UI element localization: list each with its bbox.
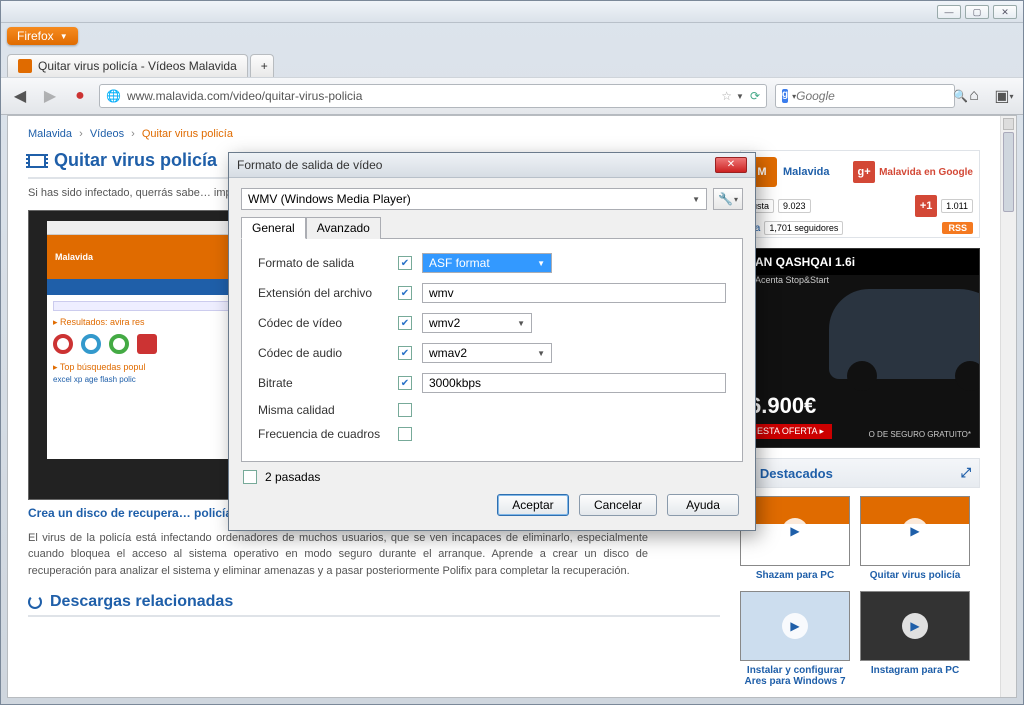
- checkbox-two-pass[interactable]: [243, 470, 257, 484]
- window-close[interactable]: ✕: [993, 5, 1017, 19]
- chevron-down-icon: ▼: [60, 32, 68, 41]
- ad-subtitle: V Acenta Stop&Start: [741, 275, 979, 285]
- globe-icon: 🌐: [106, 89, 121, 103]
- label-file-extension: Extensión del archivo: [258, 286, 388, 300]
- url-dropdown-icon[interactable]: ▼: [736, 92, 744, 101]
- bookmark-star-icon[interactable]: ☆: [717, 89, 736, 103]
- scroll-up-button[interactable]: [1003, 118, 1014, 130]
- window-maximize[interactable]: ▢: [965, 5, 989, 19]
- plus-one-button[interactable]: +1: [915, 195, 937, 217]
- help-button[interactable]: Ayuda: [667, 494, 739, 516]
- checkbox-same-quality[interactable]: [398, 403, 412, 417]
- google-plus-icon[interactable]: g+: [853, 161, 875, 183]
- ad-cta-button[interactable]: ESTA OFERTA ▸: [749, 424, 832, 439]
- favicon-icon: [18, 59, 32, 73]
- label-framerate: Frecuencia de cuadros: [258, 427, 388, 441]
- featured-video[interactable]: Quitar virus policía: [860, 496, 970, 581]
- vertical-scrollbar[interactable]: [1000, 116, 1016, 697]
- settings-button[interactable]: 🔧▾: [713, 188, 743, 210]
- label-output-format: Formato de salida: [258, 256, 388, 270]
- tab-title: Quitar virus policía - Vídeos Malavida: [38, 59, 237, 73]
- featured-video[interactable]: Instagram para PC: [860, 591, 970, 687]
- address-bar[interactable]: 🌐 www.malavida.com/video/quitar-virus-po…: [99, 84, 767, 108]
- car-image: [829, 289, 980, 379]
- plus-one-count: 1.011: [941, 199, 973, 213]
- like-count: 9.023: [778, 199, 811, 213]
- back-button[interactable]: ◀: [9, 85, 31, 107]
- wrench-icon: 🔧: [718, 192, 733, 206]
- ad-headline: SAN QASHQAI 1.6i: [741, 249, 979, 275]
- ad-price: 6.900€: [749, 393, 816, 419]
- tab-strip: Quitar virus policía - Vídeos Malavida +: [1, 49, 1023, 77]
- breadcrumb: Malavida › Vídeos › Quitar virus policía: [28, 124, 980, 150]
- label-two-pass: 2 pasadas: [265, 470, 320, 484]
- input-bitrate[interactable]: 3000kbps: [422, 373, 726, 393]
- checkbox-framerate[interactable]: [398, 427, 412, 441]
- firefox-menu-button[interactable]: Firefox ▼: [7, 27, 78, 45]
- tab-general[interactable]: General: [241, 217, 306, 239]
- input-file-extension[interactable]: wmv: [422, 283, 726, 303]
- related-downloads-heading: Descargas relacionadas: [28, 593, 720, 617]
- navigation-toolbar: ◀ ▶ ● 🌐 www.malavida.com/video/quitar-vi…: [1, 77, 1023, 115]
- expand-icon[interactable]: ⤢: [961, 465, 971, 481]
- featured-video[interactable]: Instalar y configurar Ares para Windows …: [740, 591, 850, 687]
- cancel-button[interactable]: Cancelar: [579, 494, 657, 516]
- scroll-thumb[interactable]: [1003, 132, 1014, 212]
- dialog-titlebar[interactable]: Formato de salida de vídeo ✕: [229, 153, 755, 178]
- os-titlebar: — ▢ ✕: [1, 1, 1023, 23]
- featured-video[interactable]: Shazam para PC: [740, 496, 850, 581]
- chevron-down-icon: ▼: [692, 195, 700, 204]
- label-same-quality: Misma calidad: [258, 403, 388, 417]
- display-ad[interactable]: SAN QASHQAI 1.6i V Acenta Stop&Start 6.9…: [740, 248, 980, 448]
- checkbox-video-codec[interactable]: ✔: [398, 316, 412, 330]
- select-video-codec[interactable]: wmv2▼: [422, 313, 532, 333]
- window-minimize[interactable]: —: [937, 5, 961, 19]
- dialog-title: Formato de salida de vídeo: [237, 158, 382, 172]
- article-body: El virus de la policía está infectando o…: [28, 530, 648, 580]
- new-tab-button[interactable]: +: [250, 54, 274, 77]
- refresh-icon: [28, 595, 42, 609]
- breadcrumb-current: Quitar virus policía: [142, 128, 233, 140]
- dialog-close-button[interactable]: ✕: [715, 157, 747, 173]
- accept-button[interactable]: Aceptar: [497, 494, 569, 516]
- chevron-down-icon: ▼: [537, 349, 545, 358]
- search-input[interactable]: [796, 89, 953, 103]
- reload-icon[interactable]: ⟳: [750, 89, 760, 103]
- chevron-down-icon: ▼: [537, 259, 545, 268]
- video-output-format-dialog: Formato de salida de vídeo ✕ WMV (Window…: [228, 152, 756, 531]
- gplus-label[interactable]: Malavida en Google: [879, 167, 973, 178]
- breadcrumb-home[interactable]: Malavida: [28, 128, 72, 140]
- select-output-format[interactable]: ASF format▼: [422, 253, 552, 273]
- label-audio-codec: Códec de audio: [258, 346, 388, 360]
- checkbox-file-extension[interactable]: ✔: [398, 286, 412, 300]
- checkbox-bitrate[interactable]: ✔: [398, 376, 412, 390]
- checkbox-output-format[interactable]: ✔: [398, 256, 412, 270]
- search-bar[interactable]: g ▾ 🔍: [775, 84, 955, 108]
- featured-videos-heading: s Destacados ⤢: [740, 458, 980, 488]
- google-icon: g: [782, 89, 788, 103]
- film-icon: [28, 154, 46, 168]
- tab-advanced[interactable]: Avanzado: [306, 217, 381, 239]
- forward-button[interactable]: ▶: [39, 85, 61, 107]
- url-text: www.malavida.com/video/quitar-virus-poli…: [127, 89, 362, 103]
- browser-tab[interactable]: Quitar virus policía - Vídeos Malavida: [7, 54, 248, 77]
- brand-name[interactable]: Malavida: [783, 166, 829, 178]
- checkbox-audio-codec[interactable]: ✔: [398, 346, 412, 360]
- preset-select[interactable]: WMV (Windows Media Player) ▼: [241, 188, 707, 210]
- label-video-codec: Códec de vídeo: [258, 316, 388, 330]
- select-audio-codec[interactable]: wmav2▼: [422, 343, 552, 363]
- reload-button[interactable]: ●: [69, 85, 91, 107]
- general-panel: Formato de salida ✔ ASF format▼ Extensió…: [241, 239, 743, 462]
- bookmarks-button[interactable]: ▣▾: [993, 85, 1015, 107]
- label-bitrate: Bitrate: [258, 376, 388, 390]
- followers-count: 1,701 seguidores: [764, 221, 843, 235]
- breadcrumb-videos[interactable]: Vídeos: [90, 128, 124, 140]
- home-button[interactable]: ⌂: [963, 85, 985, 107]
- ad-note: O DE SEGURO GRATUITO*: [869, 430, 971, 439]
- firefox-label: Firefox: [17, 29, 54, 43]
- chevron-down-icon: ▼: [517, 319, 525, 328]
- rss-button[interactable]: RSS: [942, 222, 973, 234]
